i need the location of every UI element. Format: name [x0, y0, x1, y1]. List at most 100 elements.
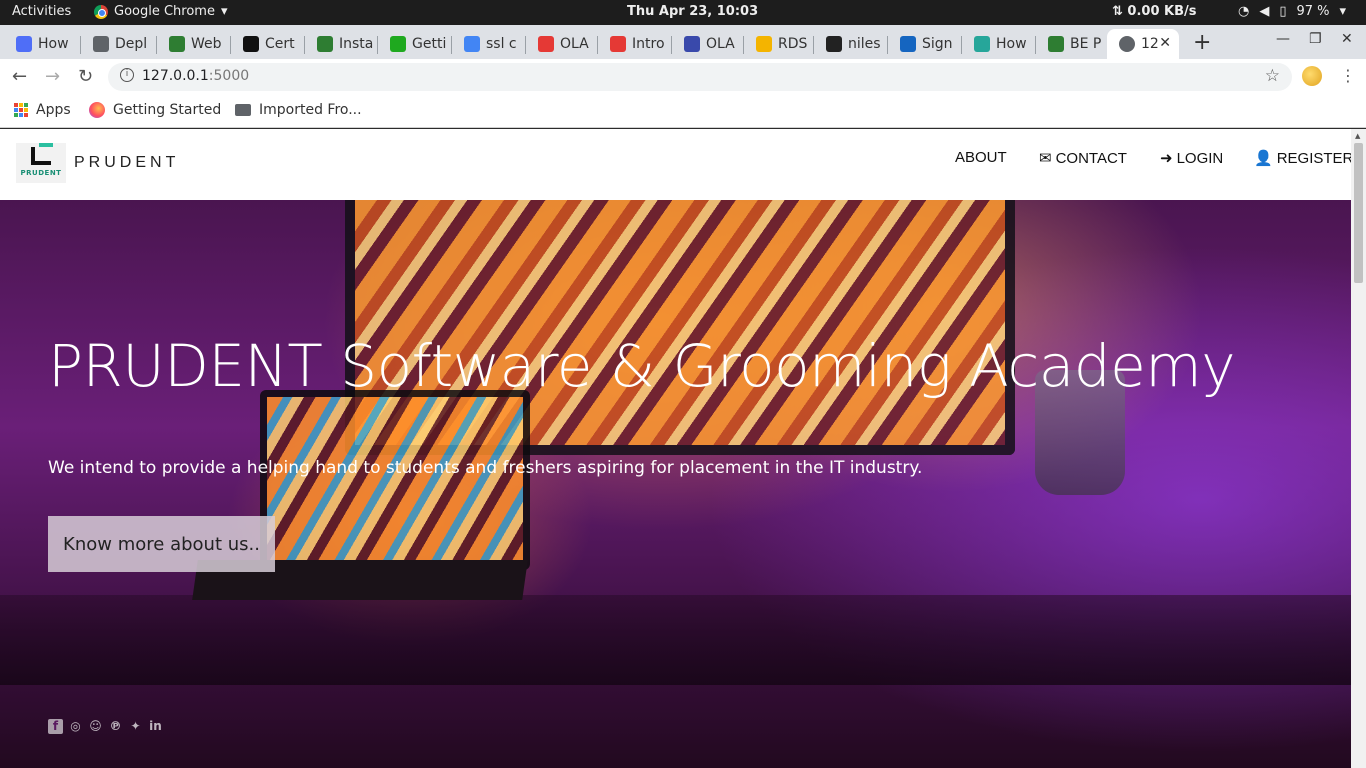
chevron-down-icon: ▾	[1339, 4, 1347, 19]
new-tab-button[interactable]: +	[1193, 30, 1211, 55]
system-tray[interactable]: ◔ ◀ ▯ 97 % ▾	[1238, 4, 1346, 19]
instagram-icon[interactable]: ◎	[68, 719, 83, 734]
tab-favicon-icon	[826, 36, 842, 52]
logo-mark-icon	[31, 143, 53, 165]
tab-favicon-icon	[93, 36, 109, 52]
bookmark-imported-folder[interactable]: Imported Fro...	[235, 102, 362, 118]
page-viewport: PRUDENT PRUDENT ABOUT ✉ CONTACT ➜ LOGIN 👤 R…	[0, 129, 1366, 768]
tab[interactable]: BE P	[1036, 29, 1106, 59]
tab-label: How	[996, 36, 1027, 52]
hero-background-desk	[0, 595, 1351, 685]
pinterest-icon[interactable]: ℗	[108, 719, 123, 734]
tab-favicon-icon	[974, 36, 990, 52]
tab[interactable]: How	[962, 29, 1036, 59]
site-logo[interactable]: PRUDENT	[16, 143, 66, 183]
tab-label: Depl	[115, 36, 148, 52]
address-bar[interactable]: i 127.0.0.1:5000 ☆	[108, 63, 1292, 91]
tab[interactable]: OLA	[526, 29, 598, 59]
close-tab-icon[interactable]: ✕	[1159, 35, 1171, 51]
scroll-up-icon[interactable]: ▲	[1355, 132, 1360, 140]
nav-register[interactable]: 👤 REGISTER	[1254, 149, 1353, 168]
user-icon: 👤	[1254, 150, 1273, 167]
facebook-icon[interactable]: f	[48, 719, 63, 734]
folder-icon	[235, 104, 251, 116]
profile-avatar[interactable]	[1302, 66, 1322, 86]
tab-label: ssl c	[486, 36, 517, 52]
nav-about[interactable]: ABOUT	[955, 149, 1007, 166]
tab-favicon-icon	[900, 36, 916, 52]
sign-in-icon: ➜	[1160, 150, 1173, 167]
linkedin-icon[interactable]: in	[148, 719, 163, 734]
page-scrollbar[interactable]: ▲	[1351, 129, 1366, 768]
tab[interactable]: RDS	[744, 29, 814, 59]
minimize-button[interactable]: —	[1276, 31, 1290, 47]
info-icon[interactable]: i	[120, 68, 134, 82]
apps-grid-icon	[14, 103, 28, 117]
bookmark-label: Getting Started	[113, 102, 222, 118]
url-text[interactable]: 127.0.0.1:5000	[142, 68, 249, 84]
tab[interactable]: niles	[814, 29, 888, 59]
bookmark-label: Imported Fro...	[259, 102, 362, 118]
tab-active[interactable]: 12 ✕	[1107, 29, 1179, 59]
site-brand[interactable]: PRUDENT	[74, 154, 179, 172]
back-button[interactable]: ←	[12, 66, 27, 87]
chevron-down-icon: ▾	[220, 4, 228, 19]
browser-toolbar: ← → ↻ i 127.0.0.1:5000 ☆	[0, 59, 1366, 95]
firefox-icon	[89, 102, 105, 118]
system-top-bar: Activities Google Chrome ▾ Thu Apr 23, 1…	[0, 0, 1366, 25]
tab-favicon-icon	[756, 36, 772, 52]
tab[interactable]: OLA	[672, 29, 744, 59]
nav-login[interactable]: ➜ LOGIN	[1160, 149, 1223, 168]
bookmark-label: Apps	[36, 102, 71, 118]
close-window-button[interactable]: ✕	[1341, 31, 1353, 47]
hero-section: PRUDENT Software & Grooming Academy We i…	[0, 200, 1351, 768]
tab-favicon-icon	[169, 36, 185, 52]
chrome-icon	[94, 4, 108, 19]
social-links: f ◎ ☺ ℗ ✦ in	[48, 719, 163, 734]
reload-button[interactable]: ↻	[78, 66, 93, 87]
tab-favicon-icon	[317, 36, 333, 52]
tab-strip: How Depl Web Cert Insta Getti ssl c OLA …	[0, 25, 1366, 59]
bookmark-apps[interactable]: Apps	[14, 102, 71, 118]
clock[interactable]: Thu Apr 23, 10:03	[627, 4, 758, 19]
tab-favicon-icon	[243, 36, 259, 52]
tab[interactable]: Intro	[598, 29, 672, 59]
tab-label: 12	[1141, 36, 1159, 52]
tab[interactable]: Insta	[305, 29, 378, 59]
bookmark-getting-started[interactable]: Getting Started	[89, 102, 221, 118]
tab[interactable]: ssl c	[452, 29, 526, 59]
tab[interactable]: Cert	[231, 29, 305, 59]
tab-label: OLA	[560, 36, 589, 52]
bookmarks-bar: Apps Getting Started Imported Fro...	[0, 95, 1366, 128]
hero-background-laptop	[260, 390, 530, 570]
tab[interactable]: How	[4, 29, 81, 59]
activities-button[interactable]: Activities	[12, 4, 71, 19]
tab-label: Web	[191, 36, 222, 52]
tab[interactable]: Getti	[378, 29, 452, 59]
menu-kebab-icon[interactable]: ⋮	[1340, 66, 1356, 85]
tab[interactable]: Sign	[888, 29, 962, 59]
battery-icon: ▯	[1279, 4, 1287, 19]
tab[interactable]: Depl	[81, 29, 157, 59]
hero-title: PRUDENT Software & Grooming Academy	[48, 332, 1236, 400]
logo-text: PRUDENT	[20, 169, 62, 177]
tab[interactable]: Web	[157, 29, 231, 59]
tab-favicon-icon	[16, 36, 32, 52]
tab-favicon-icon	[390, 36, 406, 52]
know-more-button[interactable]: Know more about us..	[48, 516, 275, 572]
hero-subtitle: We intend to provide a helping hand to s…	[48, 458, 923, 478]
nav-contact[interactable]: ✉ CONTACT	[1039, 149, 1127, 168]
snapchat-icon[interactable]: ☺	[88, 719, 103, 734]
scrollbar-thumb[interactable]	[1354, 143, 1363, 283]
tab-favicon-icon	[610, 36, 626, 52]
app-name: Google Chrome	[114, 4, 215, 19]
network-speed: ⇅ 0.00 KB/s	[1112, 4, 1197, 19]
tab-favicon-icon	[538, 36, 554, 52]
bookmark-star-icon[interactable]: ☆	[1265, 66, 1280, 86]
forward-button[interactable]: →	[45, 66, 60, 87]
app-menu[interactable]: Google Chrome ▾	[94, 4, 228, 19]
restore-button[interactable]: ❐	[1309, 31, 1322, 47]
tab-label: RDS	[778, 36, 808, 52]
wifi-icon: ◔	[1238, 4, 1250, 19]
twitter-icon[interactable]: ✦	[128, 719, 143, 734]
